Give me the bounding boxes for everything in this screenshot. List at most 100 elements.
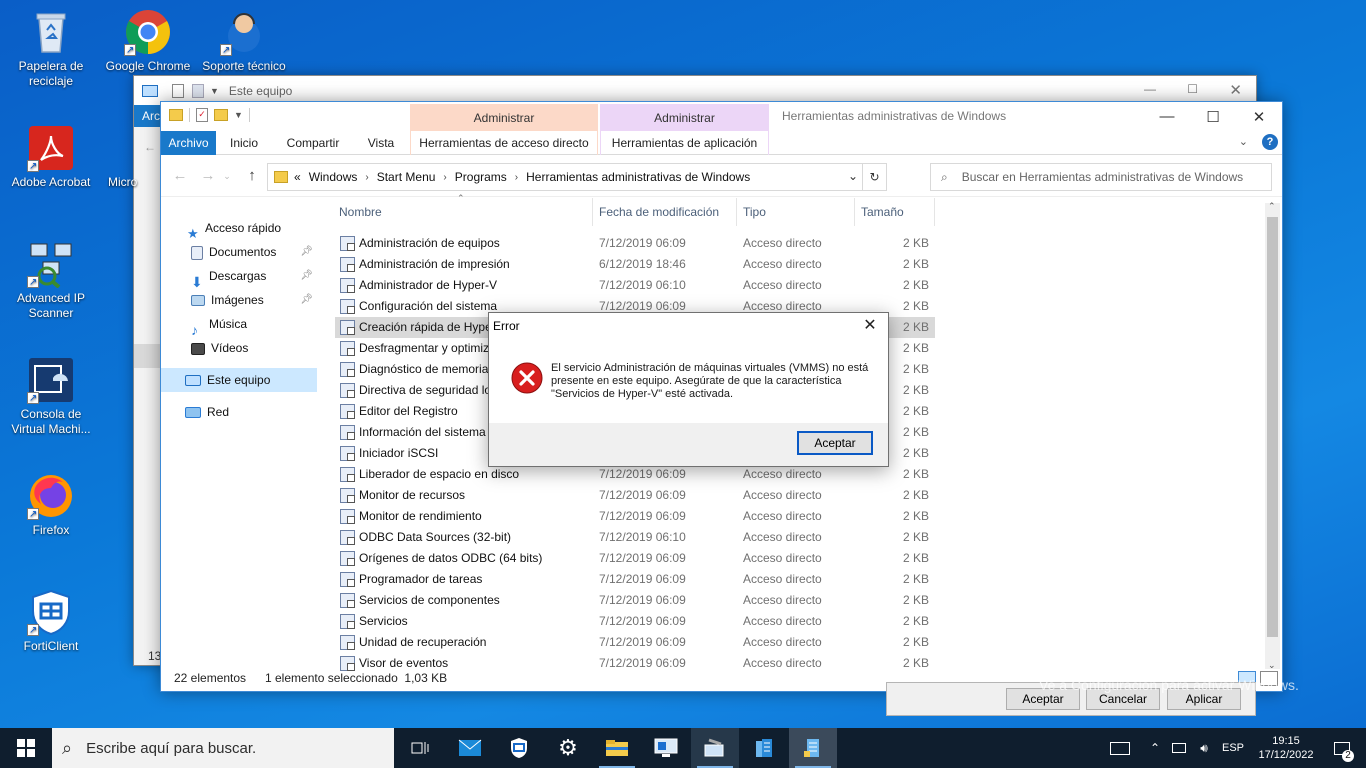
help-icon[interactable]: ?	[1262, 134, 1278, 150]
file-row[interactable]: Unidad de recuperación 7/12/2019 06:09 Acc…	[335, 632, 935, 653]
scrollbar-thumb[interactable]	[1267, 217, 1278, 637]
file-row[interactable]: Liberador de espacio en disco 7/12/2019 0…	[335, 464, 935, 485]
pin-icon[interactable]: 📌︎	[300, 240, 313, 264]
tab-shortcut-tools[interactable]: Herramientas de acceso directo	[410, 131, 598, 155]
tab-vista[interactable]: Vista	[356, 131, 406, 155]
breadcrumb-start-menu[interactable]: Start Menu	[377, 170, 436, 184]
address-bar[interactable]: « Windows › Start Menu › Programs › Herr…	[267, 163, 887, 191]
desktop-icon-firefox[interactable]: Firefox	[5, 472, 97, 538]
refresh-button[interactable]: ↻	[862, 164, 886, 190]
start-button[interactable]	[0, 728, 52, 768]
task-view-button[interactable]	[396, 728, 444, 768]
nav-item-musica[interactable]: ♪ Música	[161, 312, 317, 338]
pin-icon[interactable]: 📌︎	[300, 264, 313, 288]
taskbar-search-input[interactable]: ⌕ Escribe aquí para buscar.	[52, 728, 394, 768]
show-hidden-icons-chevron-icon[interactable]: ⌃	[1146, 728, 1164, 768]
tab-compartir[interactable]: Compartir	[278, 131, 348, 155]
file-row[interactable]: ODBC Data Sources (32-bit) 7/12/2019 06:1…	[335, 527, 935, 548]
breadcrumb-separator-icon[interactable]: ›	[443, 172, 446, 183]
column-header-size[interactable]: Tamaño	[857, 198, 935, 226]
taskbar-forticlient[interactable]	[495, 728, 543, 768]
back-qat-newfolder-icon[interactable]	[192, 83, 204, 98]
back-close-button[interactable]: ✕	[1229, 81, 1242, 99]
breadcrumb-admin-tools[interactable]: Herramientas administrativas de Windows	[526, 170, 750, 184]
address-dropdown-icon[interactable]: ⌄	[848, 169, 858, 183]
taskbar-mail[interactable]	[446, 728, 494, 768]
language-indicator[interactable]: ESP	[1218, 728, 1248, 768]
notification-center-button[interactable]: 2	[1322, 728, 1362, 768]
volume-icon[interactable]: 🔊︎	[1192, 728, 1216, 768]
desktop-icon-chrome[interactable]: Google Chrome	[102, 8, 194, 74]
file-row[interactable]: Monitor de recursos 7/12/2019 06:09 Acceso…	[335, 485, 935, 506]
taskbar-settings[interactable]: ⚙	[544, 728, 592, 768]
taskbar-file-explorer[interactable]	[593, 728, 641, 768]
file-row[interactable]: Servicios de componentes 7/12/2019 06:09 A…	[335, 590, 935, 611]
nav-item-videos[interactable]: Vídeos	[161, 336, 317, 360]
desktop-icon-ip-scanner[interactable]: Advanced IP Scanner	[5, 240, 97, 321]
new-folder-icon[interactable]	[214, 109, 228, 121]
nav-item-documentos[interactable]: Documentos 📌︎	[161, 240, 317, 264]
recent-locations-dropdown[interactable]: ⌄	[221, 165, 233, 187]
back-tab-archivo[interactable]: Arc	[134, 105, 160, 127]
up-button[interactable]: ↑	[241, 165, 263, 187]
input-indicator-icon[interactable]	[1104, 728, 1136, 768]
desktop-icon-acrobat[interactable]: Adobe Acrobat	[5, 124, 97, 190]
qat-dropdown-icon[interactable]: ▼	[234, 110, 243, 120]
error-dialog-close-button[interactable]: ✕	[858, 315, 882, 337]
back-maximize-button[interactable]: ☐	[1187, 82, 1198, 96]
vertical-scrollbar[interactable]: ⌃ ⌄	[1265, 201, 1280, 670]
nav-item-este-equipo[interactable]: Este equipo	[161, 368, 317, 392]
file-row[interactable]: Orígenes de datos ODBC (64 bits) 7/12/201…	[335, 548, 935, 569]
firefox-icon	[27, 472, 75, 522]
breadcrumb-programs[interactable]: Programs	[455, 170, 507, 184]
desktop-icon-support[interactable]: Soporte técnico	[198, 8, 290, 74]
properties-icon[interactable]: ✓	[196, 108, 208, 122]
column-header-name[interactable]: Nombre	[335, 198, 593, 226]
tab-archivo[interactable]: Archivo	[161, 131, 216, 155]
file-row[interactable]: Administración de equipos 7/12/2019 06:09…	[335, 233, 935, 254]
network-icon[interactable]	[1168, 728, 1190, 768]
desktop-icon-vm-console[interactable]: Consola de Virtual Machi...	[5, 356, 97, 437]
column-header-type[interactable]: Tipo	[739, 198, 855, 226]
file-row[interactable]: Programador de tareas 7/12/2019 06:09 Acce…	[335, 569, 935, 590]
nav-item-imagenes[interactable]: Imágenes 📌︎	[161, 288, 317, 312]
clock[interactable]: 19:15 17/12/2022	[1252, 728, 1320, 768]
taskbar-admin-tools[interactable]	[789, 728, 837, 768]
desktop-icon-forticlient[interactable]: FortiClient	[5, 588, 97, 654]
forward-button[interactable]: →	[197, 165, 219, 187]
taskbar-server-manager[interactable]	[740, 728, 788, 768]
desktop-icon-recycle-bin[interactable]: Papelera de reciclaje	[5, 8, 97, 89]
tab-app-tools[interactable]: Herramientas de aplicación	[600, 131, 769, 155]
file-row[interactable]: Administrador de Hyper-V 7/12/2019 06:10 A…	[335, 275, 935, 296]
back-nav-back-button[interactable]: ←	[144, 140, 156, 154]
file-row[interactable]: Administración de impresión 6/12/2019 18:…	[335, 254, 935, 275]
breadcrumb-separator-icon[interactable]: ›	[515, 172, 518, 183]
file-name: Administración de equipos	[359, 236, 500, 250]
breadcrumb-overflow[interactable]: «	[294, 170, 301, 184]
error-dialog[interactable]: Error ✕ El servicio Administración de má…	[488, 312, 889, 467]
nav-item-red[interactable]: Red	[161, 400, 317, 424]
scroll-up-icon[interactable]: ⌃	[1268, 201, 1276, 212]
back-qat-dropdown-icon[interactable]: ▼	[210, 86, 219, 96]
breadcrumb-separator-icon[interactable]: ›	[365, 172, 368, 183]
taskbar-ip-scanner[interactable]	[691, 728, 739, 768]
close-button[interactable]: ✕	[1236, 102, 1282, 131]
error-dialog-accept-button[interactable]: Aceptar	[797, 431, 873, 455]
file-row[interactable]: Servicios 7/12/2019 06:09 Acceso directo 2 …	[335, 611, 935, 632]
ribbon-expand-chevron-icon[interactable]: ⌄	[1239, 135, 1248, 148]
nav-item-descargas[interactable]: ⬇ Descargas 📌︎	[161, 264, 317, 290]
maximize-button[interactable]: ☐	[1190, 102, 1236, 131]
search-input[interactable]: ⌕ Buscar en Herramientas administrativas…	[930, 163, 1272, 191]
back-minimize-button[interactable]: —	[1144, 82, 1156, 96]
nav-item-acceso-rapido[interactable]: ★ Acceso rápido	[161, 216, 317, 241]
back-button[interactable]: ←	[169, 165, 191, 187]
tab-inicio[interactable]: Inicio	[220, 131, 268, 155]
pin-icon[interactable]: 📌︎	[300, 288, 313, 312]
explorer-titlebar[interactable]: ✓ ▼ Administrar Administrar Herramientas…	[161, 102, 1282, 131]
breadcrumb-windows[interactable]: Windows	[309, 170, 358, 184]
column-header-date[interactable]: Fecha de modificación	[595, 198, 737, 226]
minimize-button[interactable]: —	[1144, 102, 1190, 131]
back-qat-properties-icon[interactable]	[172, 83, 184, 98]
file-row[interactable]: Monitor de rendimiento 7/12/2019 06:09 Acc…	[335, 506, 935, 527]
taskbar-remote-desktop[interactable]	[642, 728, 690, 768]
